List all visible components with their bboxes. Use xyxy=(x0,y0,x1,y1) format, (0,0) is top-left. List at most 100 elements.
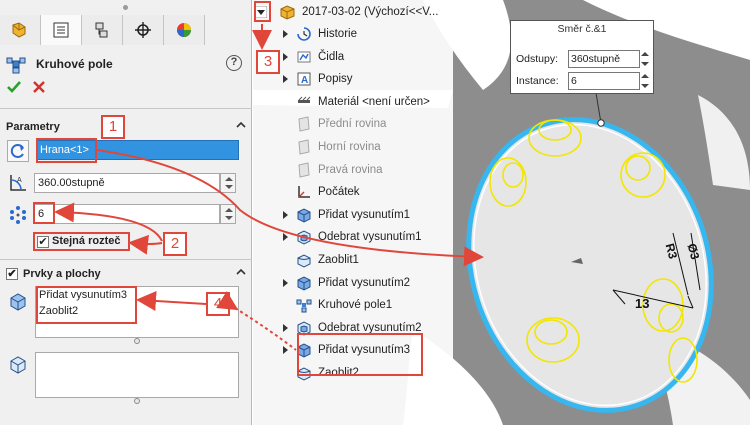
history-icon xyxy=(297,27,311,41)
collapse-icon[interactable] xyxy=(236,267,246,277)
tree-item[interactable]: Přidat vysunutím1 xyxy=(283,205,410,225)
crosshair-icon xyxy=(135,22,151,38)
circular-pattern-icon xyxy=(6,57,26,74)
appearance-icon xyxy=(177,23,191,37)
instances-spinner[interactable] xyxy=(220,204,236,224)
reverse-direction-icon[interactable] xyxy=(7,140,29,162)
tree-item-label: Historie xyxy=(318,28,357,40)
tree-item-label: Popisy xyxy=(318,73,353,86)
tree-item-label: Přidat vysunutím2 xyxy=(318,276,411,289)
ok-button[interactable] xyxy=(7,80,21,94)
material-icon xyxy=(298,96,311,103)
bodies-list[interactable] xyxy=(35,352,239,398)
expand-arrow-icon[interactable] xyxy=(283,323,288,332)
pm-header: Kruhové pole ? xyxy=(6,52,246,76)
instances-field[interactable]: 6 xyxy=(34,204,220,224)
expand-arrow-icon[interactable] xyxy=(283,75,288,84)
extrude-icon xyxy=(297,208,311,223)
angle-field[interactable]: 360.00stupně xyxy=(34,173,220,193)
tree-item[interactable]: Materiál <není určen> xyxy=(283,92,430,112)
parameters-group-header[interactable]: Parametry xyxy=(6,118,248,136)
annotation-icon: A xyxy=(297,72,311,86)
tree-item[interactable]: Zaoblit1 xyxy=(283,250,359,270)
tree-item[interactable]: Čidla xyxy=(283,47,344,67)
instances-input[interactable]: 6 xyxy=(568,72,640,90)
instances-spinner[interactable] xyxy=(640,72,650,90)
help-button[interactable]: ? xyxy=(226,55,242,71)
tree-item-label: Přední rovina xyxy=(318,118,387,131)
panel-grip[interactable] xyxy=(0,0,251,14)
highlight-frame xyxy=(33,202,55,224)
features-group-checkbox[interactable]: ✔ xyxy=(6,268,18,280)
callout-3: 3 xyxy=(256,50,280,74)
tree-item[interactable]: Pravá rovina xyxy=(283,160,383,180)
extrude-icon xyxy=(297,276,311,291)
spacing-input[interactable]: 360stupně xyxy=(568,50,640,68)
fillet-icon xyxy=(297,254,311,268)
features-group-title: Prvky a plochy xyxy=(23,268,101,280)
tree-item[interactable]: Přední rovina xyxy=(283,114,386,134)
svg-text:A: A xyxy=(301,75,308,86)
expand-arrow-icon[interactable] xyxy=(283,52,288,61)
tree-item-label: Přidat vysunutím1 xyxy=(318,208,411,221)
tree-item[interactable]: Přidat vysunutím2 xyxy=(283,273,410,293)
tree-item[interactable]: Historie xyxy=(283,24,357,44)
highlight-frame xyxy=(33,232,130,251)
part-icon xyxy=(280,5,295,20)
tree-root[interactable]: 2017-03-02 (Výchozí<<V... xyxy=(279,2,438,22)
expand-arrow-icon[interactable] xyxy=(283,210,288,219)
pattern-icon xyxy=(296,299,312,313)
tree-item[interactable]: Počátek xyxy=(283,182,360,202)
property-manager-icon xyxy=(53,22,69,38)
cancel-button[interactable] xyxy=(32,80,46,94)
tree-item[interactable]: A Popisy xyxy=(283,69,353,89)
callout-1: 1 xyxy=(101,115,125,139)
parameters-group-title: Parametry xyxy=(6,121,60,133)
features-to-pattern-icon xyxy=(10,293,26,311)
tree-item-label: Čidla xyxy=(318,50,345,63)
features-group-header[interactable]: ✔ Prvky a plochy xyxy=(6,265,248,283)
collapse-icon[interactable] xyxy=(236,120,246,130)
tree-item-label: Odebrat vysunutím1 xyxy=(318,231,422,244)
tree-item[interactable]: Odebrat vysunutím1 xyxy=(283,227,422,247)
configuration-manager-icon xyxy=(95,22,108,38)
spacing-label: Odstupy: xyxy=(516,53,559,65)
expand-arrow-icon[interactable] xyxy=(283,346,288,355)
tree-item-label: Počátek xyxy=(318,186,360,199)
tree-item-label: Kruhové pole1 xyxy=(318,299,393,312)
tab-display-manager[interactable] xyxy=(164,15,205,45)
svg-text:A: A xyxy=(17,177,22,184)
pm-title: Kruhové pole xyxy=(36,57,113,71)
cut-icon xyxy=(297,230,311,245)
spacing-spinner[interactable] xyxy=(640,50,650,68)
tooltip-title: Směr č.&1 xyxy=(557,23,607,35)
list-resize-handle[interactable] xyxy=(134,398,140,404)
expand-arrow-icon[interactable] xyxy=(283,30,288,38)
angle-icon: A xyxy=(10,175,26,191)
plane-icon xyxy=(298,139,310,155)
angle-spinner[interactable] xyxy=(220,173,236,193)
pattern-direction-tooltip: Směr č.&1 Odstupy: 360stupně Instance: 6 xyxy=(510,20,654,94)
tab-dimxpert-manager[interactable] xyxy=(123,15,164,45)
instances-label: Instance: xyxy=(516,75,559,87)
tree-item-label: Materiál <není určen> xyxy=(318,95,430,108)
tree-item[interactable]: Kruhové pole1 xyxy=(283,295,392,315)
tree-item-label: Zaoblit1 xyxy=(318,254,359,266)
list-resize-handle[interactable] xyxy=(134,338,140,344)
tab-configuration-manager[interactable] xyxy=(82,15,123,45)
plane-icon xyxy=(298,161,310,178)
tab-property-manager[interactable] xyxy=(41,15,82,45)
expand-arrow-icon[interactable] xyxy=(283,278,288,287)
linear-dimension[interactable]: 13 xyxy=(635,296,649,311)
expand-arrow-icon[interactable] xyxy=(283,233,288,242)
manager-tabs xyxy=(0,15,205,45)
divider xyxy=(0,108,252,109)
tree-item-label: Odebrat vysunutím2 xyxy=(318,321,422,334)
divider xyxy=(0,259,252,260)
feature-manager-icon xyxy=(12,22,26,38)
tree-item[interactable]: Horní rovina xyxy=(283,137,381,157)
tab-feature-manager[interactable] xyxy=(0,15,41,45)
tree-item-label: Pravá rovina xyxy=(318,163,383,176)
callout-2: 2 xyxy=(163,232,187,256)
origin-icon xyxy=(298,186,310,198)
